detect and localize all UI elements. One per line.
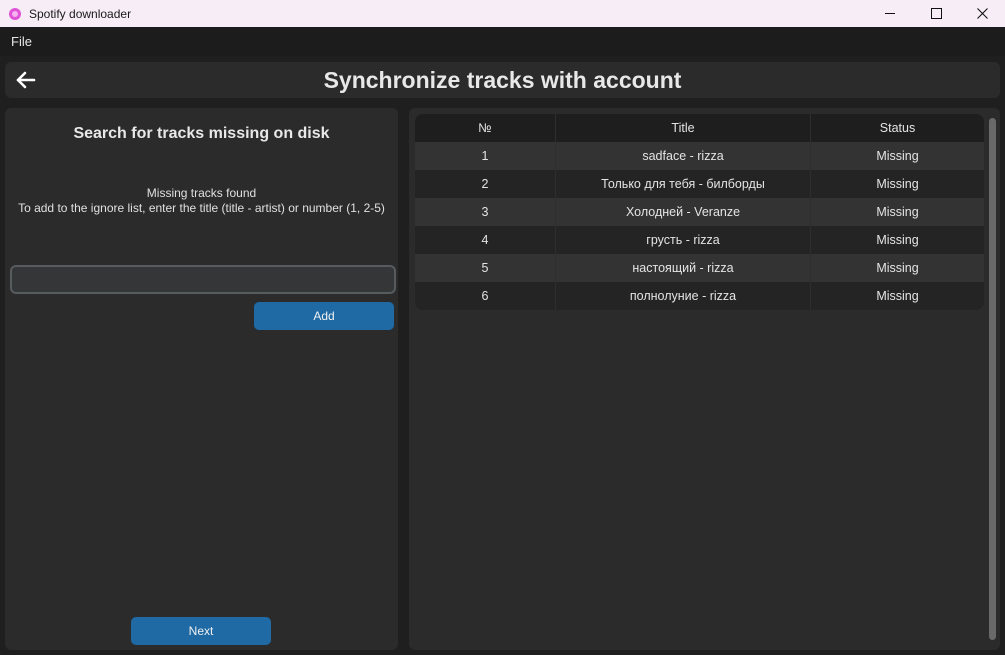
add-button[interactable]: Add — [254, 302, 394, 330]
minimize-icon — [885, 13, 895, 14]
menu-bar: File — [0, 27, 1005, 56]
cell-title: Только для тебя - билборды — [555, 170, 810, 198]
menu-file[interactable]: File — [11, 34, 32, 49]
cell-number: 2 — [481, 177, 489, 191]
maximize-icon — [930, 8, 942, 19]
page-header: Synchronize tracks with account — [5, 62, 1000, 98]
cell-title: настоящий - rizza — [555, 254, 810, 282]
info-text: Missing tracks found To add to the ignor… — [15, 186, 388, 216]
page-title: Synchronize tracks with account — [323, 67, 682, 93]
cell-status: Missing — [810, 142, 984, 170]
close-button[interactable] — [959, 0, 1005, 27]
table-row[interactable]: 1 sadface - rizza Missing — [415, 142, 984, 170]
table-row[interactable]: 5 настоящий - rizza Missing — [415, 254, 984, 282]
panel-heading: Search for tracks missing on disk — [73, 125, 330, 142]
cell-status: Missing — [810, 170, 984, 198]
search-panel: Search for tracks missing on disk Missin… — [5, 108, 398, 650]
cell-title: грусть - rizza — [555, 226, 810, 254]
info-line-instructions: To add to the ignore list, enter the tit… — [18, 201, 385, 215]
table-header-row: № Title Status — [415, 114, 984, 142]
minimize-button[interactable] — [867, 0, 913, 27]
info-line-found: Missing tracks found — [146, 186, 257, 200]
title-bar: Spotify downloader — [0, 0, 1005, 27]
cell-title: Холодней - Veranze — [555, 198, 810, 226]
cell-title: sadface - rizza — [555, 142, 810, 170]
cell-number: 1 — [481, 149, 489, 163]
window-title: Spotify downloader — [29, 6, 132, 21]
cell-status: Missing — [810, 198, 984, 226]
table-scrollbar[interactable] — [989, 118, 996, 640]
tracks-panel: № Title Status 1 sadface - rizza Missing… — [409, 108, 1000, 650]
cell-status: Missing — [810, 226, 984, 254]
cell-number: 5 — [481, 261, 489, 275]
cell-number: 4 — [481, 233, 489, 247]
table-row[interactable]: 4 грусть - rizza Missing — [415, 226, 984, 254]
table-row[interactable]: 3 Холодней - Veranze Missing — [415, 198, 984, 226]
column-header-title: Title — [555, 114, 810, 142]
close-icon — [976, 8, 988, 19]
next-button[interactable]: Next — [131, 617, 271, 645]
cell-status: Missing — [810, 282, 984, 310]
cell-number: 3 — [481, 205, 489, 219]
cell-status: Missing — [810, 254, 984, 282]
cell-number: 6 — [481, 289, 489, 303]
cell-title: полнолуние - rizza — [555, 282, 810, 310]
window-controls — [867, 0, 1005, 27]
column-header-number: № — [478, 121, 492, 135]
table-row[interactable]: 6 полнолуние - rizza Missing — [415, 282, 984, 310]
ignore-input[interactable] — [10, 265, 396, 294]
tracks-table: № Title Status 1 sadface - rizza Missing… — [415, 114, 984, 310]
table-row[interactable]: 2 Только для тебя - билборды Missing — [415, 170, 984, 198]
spotify-app-icon — [9, 7, 21, 20]
maximize-button[interactable] — [913, 0, 959, 27]
column-header-status: Status — [810, 114, 984, 142]
